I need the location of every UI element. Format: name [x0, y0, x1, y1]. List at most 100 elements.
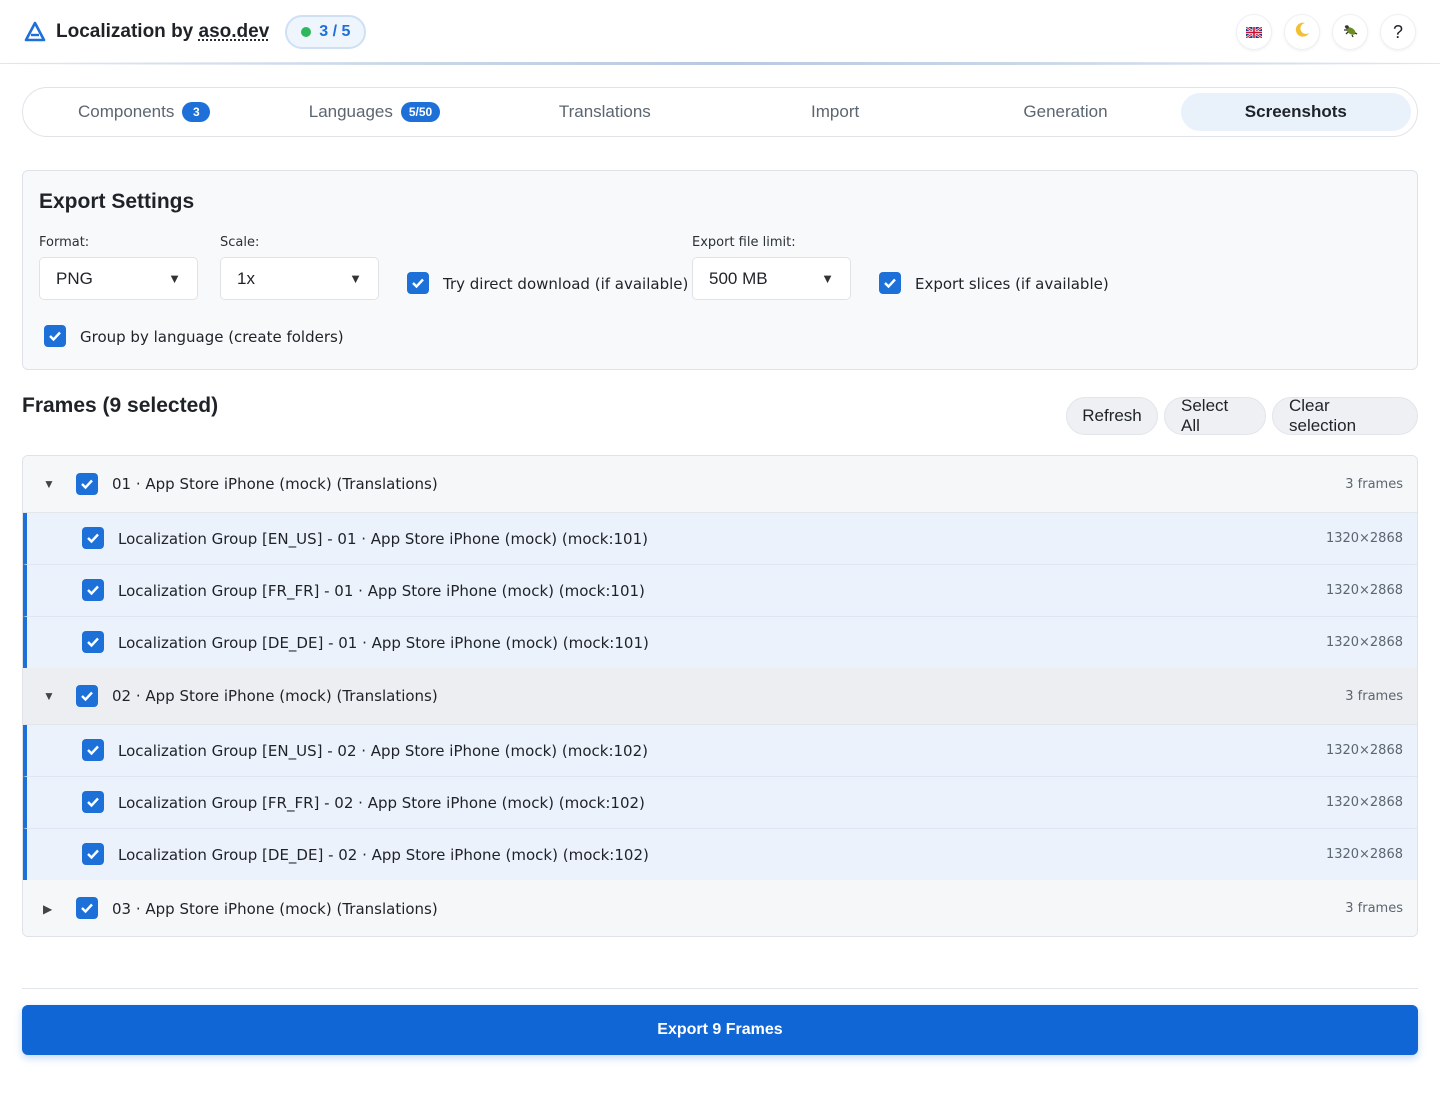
tab-label: Languages: [308, 102, 393, 121]
frame-label: Localization Group [FR_FR] - 02 · App St…: [118, 793, 645, 812]
tab-label: Screenshots: [1244, 102, 1347, 121]
frame-size: 1320×2868: [1325, 847, 1403, 862]
export-settings-title: Export Settings: [39, 190, 195, 213]
frame-size: 1320×2868: [1325, 795, 1403, 810]
group-frame-count: 3 frames: [1345, 901, 1403, 916]
group-frame-count: 3 frames: [1345, 476, 1403, 492]
checkmark-icon: [87, 849, 99, 860]
frame-size: 1320×2868: [1325, 583, 1403, 598]
tab-badge: 3: [182, 102, 211, 122]
frame-checkbox[interactable]: [82, 527, 104, 549]
frame-group-row[interactable]: ▼ 01 · App Store iPhone (mock) (Translat…: [23, 456, 1417, 513]
group-label: 01 · App Store iPhone (mock) (Translatio…: [112, 475, 438, 493]
checkmark-icon: [87, 745, 99, 756]
main-tabs: Components 3 Languages 5/50 Translations…: [22, 87, 1418, 137]
frame-row[interactable]: Localization Group [DE_DE] - 02 · App St…: [23, 829, 1417, 881]
format-label: Format:: [39, 235, 90, 250]
frame-size: 1320×2868: [1325, 635, 1403, 650]
caret-down-icon: ▼: [821, 271, 834, 286]
format-value: PNG: [56, 268, 93, 288]
tab-generation[interactable]: Generation: [950, 93, 1180, 131]
frame-group-row[interactable]: ▶ 03 · App Store iPhone (mock) (Translat…: [23, 880, 1417, 936]
footer-divider: [22, 988, 1418, 989]
tab-label: Generation: [1023, 102, 1108, 121]
language-flag-button[interactable]: [1236, 14, 1272, 50]
group-frame-count: 3 frames: [1345, 688, 1403, 704]
help-icon: ?: [1392, 21, 1403, 42]
frame-group-row[interactable]: ▼ 02 · App Store iPhone (mock) (Translat…: [23, 668, 1417, 725]
frame-checkbox[interactable]: [82, 631, 104, 653]
frame-label: Localization Group [EN_US] - 01 · App St…: [118, 529, 648, 548]
frame-label: Localization Group [DE_DE] - 01 · App St…: [118, 633, 649, 652]
header-accent-line: [0, 62, 1440, 65]
group-label: 03 · App Store iPhone (mock) (Translatio…: [112, 899, 438, 918]
checkmark-icon: [87, 637, 99, 648]
frame-row[interactable]: Localization Group [EN_US] - 02 · App St…: [23, 725, 1417, 777]
export-slices-checkbox[interactable]: [879, 272, 901, 294]
frame-label: Localization Group [FR_FR] - 01 · App St…: [118, 581, 645, 600]
frame-row[interactable]: Localization Group [FR_FR] - 02 · App St…: [23, 777, 1417, 829]
group-by-language-label: Group by language (create folders): [80, 328, 344, 346]
tab-languages[interactable]: Languages 5/50: [259, 93, 489, 131]
select-all-button[interactable]: Select All: [1164, 396, 1266, 435]
frame-size: 1320×2868: [1325, 743, 1403, 758]
export-frames-button[interactable]: Export 9 Frames: [22, 1005, 1418, 1055]
checkmark-icon: [87, 797, 99, 808]
clear-selection-button[interactable]: Clear selection: [1272, 396, 1418, 435]
export-slices-label: Export slices (if available): [915, 275, 1109, 293]
progress-text: 3 / 5: [319, 22, 351, 40]
frames-title: Frames (9 selected): [22, 394, 219, 417]
frame-row[interactable]: Localization Group [DE_DE] - 01 · App St…: [23, 617, 1417, 669]
file-limit-value: 500 MB: [709, 268, 768, 288]
scale-value: 1x: [237, 268, 255, 288]
expand-caret-down-icon[interactable]: ▼: [43, 477, 55, 491]
tab-badge: 5/50: [400, 102, 441, 122]
group-by-language-checkbox[interactable]: [44, 325, 66, 347]
export-settings-panel: Export Settings Format: PNG ▼ Scale: 1x …: [22, 170, 1418, 370]
tab-label: Components: [77, 102, 175, 121]
moon-icon: [1293, 21, 1311, 44]
bug-icon: [1341, 21, 1359, 44]
app-header: Localization by aso.dev 3 / 5 ?: [0, 0, 1440, 64]
direct-download-label: Try direct download (if available): [443, 275, 689, 293]
tab-import[interactable]: Import: [720, 93, 950, 131]
tab-components[interactable]: Components 3: [29, 93, 259, 131]
status-dot-icon: [301, 26, 312, 37]
frame-checkbox[interactable]: [82, 843, 104, 865]
frame-size: 1320×2868: [1325, 531, 1403, 546]
progress-badge[interactable]: 3 / 5: [285, 14, 367, 49]
checkmark-icon: [87, 533, 99, 544]
frame-checkbox[interactable]: [82, 739, 104, 761]
expand-caret-down-icon[interactable]: ▼: [43, 689, 55, 703]
frame-row[interactable]: Localization Group [EN_US] - 01 · App St…: [23, 513, 1417, 565]
frame-checkbox[interactable]: [82, 579, 104, 601]
direct-download-checkbox[interactable]: [407, 272, 429, 294]
tab-translations[interactable]: Translations: [490, 93, 720, 131]
checkmark-icon: [412, 278, 424, 289]
checkmark-icon: [87, 585, 99, 596]
expand-caret-right-icon[interactable]: ▶: [43, 902, 52, 916]
aso-dev-link[interactable]: aso.dev: [199, 21, 270, 42]
caret-down-icon: ▼: [349, 271, 362, 286]
file-limit-select[interactable]: 500 MB ▼: [692, 257, 851, 300]
format-select[interactable]: PNG ▼: [39, 257, 198, 300]
group-checkbox[interactable]: [76, 685, 98, 707]
scale-select[interactable]: 1x ▼: [220, 257, 379, 300]
group-checkbox[interactable]: [76, 897, 98, 919]
frame-row[interactable]: Localization Group [FR_FR] - 01 · App St…: [23, 565, 1417, 617]
checkmark-icon: [81, 479, 93, 490]
uk-flag-icon: [1245, 22, 1263, 43]
file-limit-label: Export file limit:: [692, 235, 796, 250]
group-checkbox[interactable]: [76, 473, 98, 495]
frame-label: Localization Group [DE_DE] - 02 · App St…: [118, 845, 649, 864]
tab-screenshots[interactable]: Screenshots: [1180, 93, 1411, 131]
tab-label: Import: [811, 102, 860, 121]
theme-toggle-button[interactable]: [1284, 14, 1320, 50]
frame-checkbox[interactable]: [82, 791, 104, 813]
refresh-button[interactable]: Refresh: [1066, 397, 1158, 435]
help-button[interactable]: ?: [1380, 14, 1416, 50]
debug-button[interactable]: [1332, 14, 1368, 50]
checkmark-icon: [884, 278, 896, 289]
app-title-prefix: Localization by: [56, 20, 199, 42]
frame-label: Localization Group [EN_US] - 02 · App St…: [118, 741, 648, 760]
